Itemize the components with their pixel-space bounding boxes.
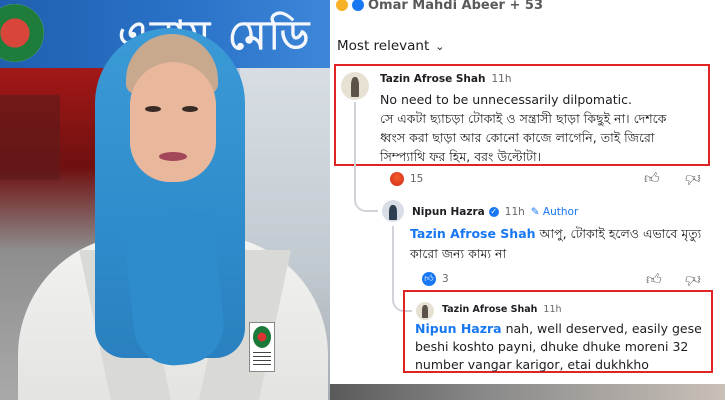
id-badge-logo [253,326,271,348]
cropped-image-strip [330,384,725,400]
background-window [0,95,60,180]
like-reaction-icon: 👍︎ [422,272,436,286]
comment-body: No need to be unnecessarily dilpomatic. … [380,90,666,166]
comment-line: সিম্প্যাথি ফর হিম, বরং উল্টোটা। [380,149,542,164]
thumbs-up-icon[interactable]: 👍︎ [644,169,660,188]
angry-reaction-icon [390,172,404,186]
mention-link[interactable]: Tazin Afrose Shah [410,226,536,241]
nested-reply-text: nah, well deserved, easily gese [501,321,702,336]
left-eye [145,106,161,112]
lips [159,152,187,161]
comment-time[interactable]: 11h [491,73,511,85]
author-badge: ✎ Author [530,206,579,218]
reply-reactions[interactable]: 👍︎ 3 [422,272,449,286]
commenter-avatar[interactable] [416,302,434,320]
headscarf-drape [122,210,228,370]
reply-text: আপু, টোকাই হলেও এভাবে মৃত্যু [535,226,702,241]
haha-reaction-icon [336,0,348,11]
comment-reactions[interactable]: 15 [390,172,423,186]
reply-author-name[interactable]: Nipun Hazra [412,206,485,218]
thumbs-down-icon[interactable]: 👍︎ [685,270,701,289]
chevron-down-icon: ⌄ [435,39,445,53]
comment-line: No need to be unnecessarily dilpomatic. [380,92,632,107]
nested-reply-line: number vangar karigor, etai dukhkho [415,357,649,372]
right-eye [182,106,198,112]
avatar-figure [350,77,360,97]
nested-reply-body: Nipun Hazra nah, well deserved, easily g… [415,320,702,374]
reaction-count: 3 [442,273,449,285]
id-badge-text-lines [253,352,271,366]
reactions-header[interactable]: Omar Mahdi Abeer + 53 [336,0,543,16]
comment-line: ধ্বংস করা ছাড়া আর কোনো কাজে লাগেনি, তাই… [380,130,655,145]
nested-reply-time[interactable]: 11h [543,304,561,315]
comment-author-name[interactable]: Tazin Afrose Shah [380,73,485,85]
comments-screenshot: Omar Mahdi Abeer + 53 Most relevant ⌄ Ta… [330,0,725,400]
reply-time[interactable]: 11h [505,206,525,218]
comment-line: সে একটা ছ্যাচড়া টোকাই ও সন্ত্রাসী ছাড়া… [380,111,667,126]
avatar-figure [422,305,428,318]
reply-line: কারো জন্য কাম্য না [410,246,507,261]
avatar-figure [388,204,398,221]
thumbs-down-icon[interactable]: 👍︎ [685,169,701,188]
hospital-logo [0,4,44,62]
nested-reply-author[interactable]: Tazin Afrose Shah 11h [442,304,562,315]
face [130,62,216,182]
sort-dropdown[interactable]: Most relevant ⌄ [337,38,444,54]
nested-reply-author-name[interactable]: Tazin Afrose Shah [442,304,537,315]
verified-badge-icon: ✓ [488,207,499,217]
thumbs-up-icon[interactable]: 👍︎ [646,270,662,289]
thread-line [392,226,394,296]
author-badge-label: Author [542,206,579,218]
commenter-avatar[interactable] [341,72,369,100]
nested-reply-line: beshi koshto payni, dhuke dhuke moreni 3… [415,339,689,354]
reply-body: Tazin Afrose Shah আপু, টোকাই হলেও এভাবে … [410,224,701,264]
like-reaction-icon [352,0,364,11]
reply-line: Tazin Afrose Shah আপু, টোকাই হলেও এভাবে … [410,224,701,244]
reactions-header-text: Omar Mahdi Abeer + 53 [368,0,544,13]
comment-author[interactable]: Tazin Afrose Shah 11h [380,73,511,85]
author-avatar[interactable] [382,200,404,222]
doctor-photo: এনাম মেডি [0,0,330,400]
sort-label: Most relevant [337,38,430,54]
thread-line [354,102,356,192]
reaction-count: 15 [410,173,424,185]
mention-link[interactable]: Nipun Hazra [415,321,502,336]
reply-author[interactable]: Nipun Hazra ✓ 11h ✎ Author [412,206,578,218]
nested-reply-line: Nipun Hazra nah, well deserved, easily g… [415,320,702,338]
thread-connector [354,190,378,212]
